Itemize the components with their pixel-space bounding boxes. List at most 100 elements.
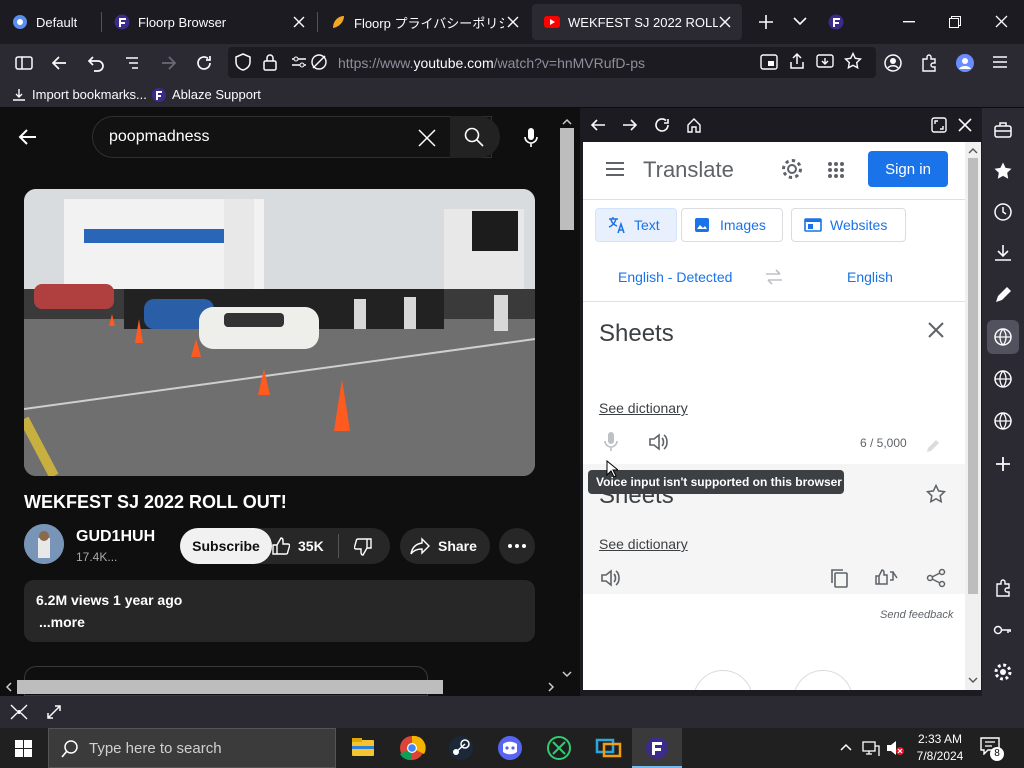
settings-gear-icon[interactable] xyxy=(781,158,803,180)
save-star-icon[interactable] xyxy=(926,484,946,504)
send-feedback-link[interactable]: Send feedback xyxy=(880,609,953,621)
show-more-link[interactable]: ...more xyxy=(39,614,523,630)
web-panel-globe-icon[interactable] xyxy=(993,411,1013,431)
chevron-up-icon[interactable] xyxy=(840,743,852,751)
web-panel-globe-icon[interactable] xyxy=(993,369,1013,389)
tab-floorp-privacy[interactable]: Floorp プライバシーポリシー xyxy=(318,4,530,40)
account-icon[interactable] xyxy=(883,53,903,73)
hamburger-menu-icon[interactable] xyxy=(991,53,1009,71)
reload-icon[interactable] xyxy=(654,117,670,133)
downloads-icon[interactable] xyxy=(993,243,1013,263)
channel-name[interactable]: GUD1HUH xyxy=(76,528,155,546)
main-menu-icon[interactable] xyxy=(605,161,625,177)
home-icon[interactable] xyxy=(686,117,702,133)
apps-grid-icon[interactable] xyxy=(827,161,845,179)
list-tabs-icon[interactable] xyxy=(122,53,142,73)
back-arrow-icon[interactable] xyxy=(50,53,70,73)
rate-translation-icon[interactable] xyxy=(874,568,900,588)
mode-images-tab[interactable]: Images xyxy=(681,208,783,242)
like-count[interactable]: 35K xyxy=(298,538,324,554)
mode-text-tab[interactable]: Text xyxy=(595,208,677,242)
extensions-puzzle-icon[interactable] xyxy=(993,578,1013,598)
close-tab-icon[interactable] xyxy=(716,13,734,31)
tab-floorp-browser[interactable]: Floorp Browser xyxy=(102,4,316,40)
volume-muted-icon[interactable] xyxy=(886,740,904,756)
toolbox-icon[interactable] xyxy=(993,120,1013,140)
add-panel-icon[interactable] xyxy=(993,454,1013,474)
thumbs-down-icon[interactable] xyxy=(354,538,372,556)
settings-gear-icon[interactable] xyxy=(993,662,1013,682)
web-panel-globe-icon[interactable] xyxy=(993,327,1013,347)
floorp-logo-icon[interactable] xyxy=(828,14,844,30)
copy-icon[interactable] xyxy=(830,568,848,588)
listen-speaker-icon[interactable] xyxy=(649,433,669,451)
discord-icon[interactable] xyxy=(490,732,530,764)
thumbs-up-icon[interactable] xyxy=(272,537,290,555)
share-icon[interactable] xyxy=(788,52,806,70)
edit-pencil-icon[interactable] xyxy=(925,438,941,454)
sidebar-toggle-icon[interactable] xyxy=(14,53,34,73)
horizontal-scrollbar[interactable] xyxy=(0,678,560,696)
lock-icon[interactable] xyxy=(262,53,278,71)
restore-icon[interactable] xyxy=(949,16,961,28)
translate-scrollbar[interactable] xyxy=(965,142,981,690)
extensions-puzzle-icon[interactable] xyxy=(919,53,939,73)
vertical-scrollbar[interactable] xyxy=(558,118,576,678)
swap-languages-icon[interactable] xyxy=(764,269,784,285)
microphone-icon[interactable] xyxy=(524,128,538,148)
resize-diagonal-icon[interactable] xyxy=(46,704,62,720)
undo-close-tab-icon[interactable] xyxy=(86,53,106,73)
close-tab-icon[interactable] xyxy=(504,13,522,31)
tracking-shield-icon[interactable] xyxy=(234,53,252,71)
tab-default-workspace[interactable]: Default xyxy=(0,4,100,40)
history-button[interactable] xyxy=(693,670,753,690)
profile-avatar-icon[interactable] xyxy=(955,53,975,73)
share-icon[interactable] xyxy=(926,568,946,588)
notification-center[interactable]: 8 xyxy=(980,737,1006,761)
see-dictionary-link[interactable]: See dictionary xyxy=(599,400,688,416)
system-clock[interactable]: 2:33 AM 7/8/2024 xyxy=(908,731,972,765)
source-text-input[interactable]: Sheets xyxy=(599,320,674,348)
see-dictionary-link-output[interactable]: See dictionary xyxy=(599,536,688,552)
new-tab-icon[interactable] xyxy=(758,14,774,30)
forward-arrow-icon[interactable] xyxy=(622,117,638,133)
sign-in-button[interactable]: Sign in xyxy=(868,151,948,187)
bookmark-ablaze-support[interactable]: Ablaze Support xyxy=(152,87,261,102)
channel-avatar[interactable] xyxy=(24,524,64,564)
search-button[interactable] xyxy=(450,116,500,158)
more-actions-button[interactable] xyxy=(499,528,535,564)
xbox-icon[interactable] xyxy=(539,732,579,764)
clear-search-icon[interactable] xyxy=(418,129,436,147)
taskbar-active-app[interactable] xyxy=(632,728,682,768)
subscribe-button[interactable]: Subscribe xyxy=(180,528,272,564)
close-panel-icon[interactable] xyxy=(958,118,972,132)
history-clock-icon[interactable] xyxy=(993,202,1013,222)
address-bar[interactable]: https://www.youtube.com/watch?v=hnMVRufD… xyxy=(228,47,876,78)
listen-speaker-icon[interactable] xyxy=(601,569,621,587)
back-arrow-icon[interactable] xyxy=(18,128,38,146)
mode-websites-tab[interactable]: Websites xyxy=(791,208,906,242)
bookmark-star-icon[interactable] xyxy=(844,52,862,70)
permissions-icon[interactable] xyxy=(290,54,308,70)
picture-in-picture-icon[interactable] xyxy=(760,54,778,70)
tab-youtube-active[interactable]: WEKFEST SJ 2022 ROLL OUT! xyxy=(532,4,742,40)
youtube-search-box[interactable]: poopmadness xyxy=(92,116,492,158)
screenshot-tool-icon[interactable] xyxy=(10,704,28,720)
notes-pen-icon[interactable] xyxy=(993,285,1013,305)
taskbar-search-box[interactable]: Type here to search xyxy=(48,728,336,768)
close-window-icon[interactable] xyxy=(995,15,1008,28)
forward-arrow-icon[interactable] xyxy=(158,53,178,73)
source-language[interactable]: English - Detected xyxy=(618,269,732,285)
remote-desktop-icon[interactable] xyxy=(588,732,628,764)
file-explorer-icon[interactable] xyxy=(343,732,383,764)
expand-panel-icon[interactable] xyxy=(931,117,947,133)
chevron-down-icon[interactable] xyxy=(793,16,807,26)
saved-button[interactable] xyxy=(793,670,853,690)
network-icon[interactable] xyxy=(862,740,880,756)
close-tab-icon[interactable] xyxy=(290,13,308,31)
steam-icon[interactable] xyxy=(441,732,481,764)
description-box[interactable]: 6.2M views 1 year ago ...more xyxy=(24,580,535,642)
url-text[interactable]: https://www.youtube.com/watch?v=hnMVRufD… xyxy=(338,55,645,71)
chrome-icon[interactable] xyxy=(392,732,432,764)
target-language[interactable]: English xyxy=(847,269,893,285)
